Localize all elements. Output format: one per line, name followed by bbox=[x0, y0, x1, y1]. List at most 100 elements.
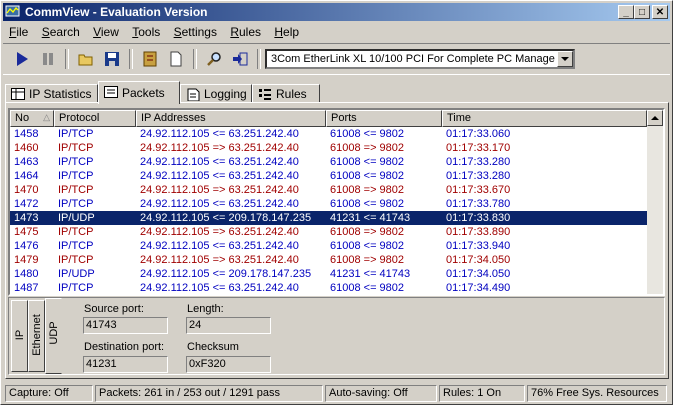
find-button[interactable] bbox=[203, 48, 225, 70]
tab-ip-statistics[interactable]: IP Statistics bbox=[5, 84, 98, 103]
cell-no: 1463 bbox=[14, 156, 39, 168]
table-row[interactable]: 1476 IP/TCP 24.92.112.105 <= 63.251.242.40… bbox=[10, 239, 647, 253]
checksum-label: Checksum bbox=[187, 341, 239, 353]
tab-rules-label: Rules bbox=[276, 87, 307, 101]
col-header-protocol[interactable]: Protocol bbox=[54, 110, 136, 127]
tab-logging[interactable]: Logging bbox=[180, 84, 252, 103]
cell-no: 1472 bbox=[14, 198, 39, 210]
start-capture-button[interactable] bbox=[11, 48, 33, 70]
close-button[interactable]: ✕ bbox=[652, 5, 668, 19]
menu-help[interactable]: Help bbox=[268, 22, 303, 39]
col-header-protocol-label: Protocol bbox=[59, 112, 100, 124]
open-folder-icon bbox=[78, 54, 93, 66]
minimize-button[interactable]: _ bbox=[618, 5, 634, 19]
menu-tools[interactable]: Tools bbox=[126, 22, 164, 39]
length-label: Length: bbox=[187, 303, 224, 315]
table-row-selected[interactable]: 1473 IP/UDP 24.92.112.105 <= 209.178.147.2… bbox=[10, 210, 648, 226]
tab-packets-label: Packets bbox=[122, 86, 165, 100]
maximize-button[interactable]: □ bbox=[634, 5, 650, 19]
cell-ports: 61008 <= 9802 bbox=[330, 198, 405, 210]
cell-protocol: IP/UDP bbox=[58, 212, 95, 224]
cell-protocol: IP/UDP bbox=[58, 268, 95, 280]
col-header-time[interactable]: Time bbox=[442, 110, 647, 127]
cell-ip-addresses: 24.92.112.105 => 63.251.242.40 bbox=[140, 184, 299, 196]
status-packets: Packets: 261 in / 253 out / 1291 pass bbox=[95, 385, 323, 402]
export-button[interactable] bbox=[229, 48, 251, 70]
cell-time: 01:17:34.490 bbox=[446, 282, 511, 294]
col-header-no[interactable]: No △ bbox=[10, 110, 54, 127]
export-icon bbox=[233, 52, 248, 66]
cell-ports: 41231 <= 41743 bbox=[330, 212, 411, 224]
packet-list-header: No △ Protocol IP Addresses Ports Time bbox=[10, 110, 647, 127]
table-row[interactable]: 1479 IP/TCP 24.92.112.105 => 63.251.242.40… bbox=[10, 253, 647, 267]
col-header-ip-addresses[interactable]: IP Addresses bbox=[136, 110, 326, 127]
col-header-no-label: No bbox=[15, 112, 30, 124]
table-row[interactable]: 1475 IP/TCP 24.92.112.105 => 63.251.242.40… bbox=[10, 225, 647, 239]
destination-port-label: Destination port: bbox=[84, 341, 165, 353]
menu-search[interactable]: Search bbox=[36, 22, 84, 39]
cell-protocol: IP/TCP bbox=[58, 156, 94, 168]
table-row[interactable]: 1460 IP/TCP 24.92.112.105 => 63.251.242.40… bbox=[10, 141, 647, 155]
col-header-ip-label: IP Addresses bbox=[141, 112, 206, 124]
scroll-up-button[interactable] bbox=[647, 110, 663, 126]
detail-tab-udp[interactable]: UDP bbox=[45, 298, 62, 374]
tab-packets[interactable]: Packets bbox=[98, 81, 180, 104]
stop-capture-button[interactable] bbox=[37, 48, 59, 70]
cell-protocol: IP/TCP bbox=[58, 240, 94, 252]
cell-ip-addresses: 24.92.112.105 <= 63.251.242.40 bbox=[140, 240, 299, 252]
packet-list[interactable]: No △ Protocol IP Addresses Ports Time 14… bbox=[8, 108, 665, 296]
cell-no: 1460 bbox=[14, 142, 39, 154]
adapter-select[interactable]: 3Com EtherLink XL 10/100 PCI For Complet… bbox=[265, 49, 575, 69]
vertical-scrollbar[interactable] bbox=[647, 110, 663, 294]
detail-tab-ip[interactable]: IP bbox=[11, 300, 28, 372]
tab-logging-label: Logging bbox=[204, 87, 247, 101]
tab-ip-statistics-label: IP Statistics bbox=[29, 87, 92, 101]
window-title: CommView - Evaluation Version bbox=[25, 5, 208, 19]
new-document-icon bbox=[170, 51, 182, 67]
table-row[interactable]: 1480 IP/UDP 24.92.112.105 <= 209.178.147.2… bbox=[10, 267, 647, 281]
tab-rules[interactable]: Rules bbox=[252, 84, 320, 103]
packet-rows: 1458 IP/TCP 24.92.112.105 <= 63.251.242.40… bbox=[10, 127, 648, 294]
reconstruct-button[interactable] bbox=[139, 48, 161, 70]
table-row[interactable]: 1458 IP/TCP 24.92.112.105 <= 63.251.242.40… bbox=[10, 127, 647, 141]
detail-tab-ip-label: IP bbox=[14, 329, 26, 341]
cell-ports: 61008 <= 9802 bbox=[330, 156, 405, 168]
table-row[interactable]: 1464 IP/TCP 24.92.112.105 <= 63.251.242.40… bbox=[10, 169, 647, 183]
cell-protocol: IP/TCP bbox=[58, 226, 94, 238]
save-button[interactable] bbox=[101, 48, 123, 70]
menu-file[interactable]: File bbox=[3, 22, 32, 39]
cell-ports: 61008 => 9802 bbox=[330, 142, 405, 154]
cell-protocol: IP/TCP bbox=[58, 184, 94, 196]
cell-time: 01:17:33.170 bbox=[446, 142, 511, 154]
menu-view[interactable]: View bbox=[87, 22, 123, 39]
table-row[interactable]: 1470 IP/TCP 24.92.112.105 => 63.251.242.40… bbox=[10, 183, 647, 197]
cell-time: 01:17:34.050 bbox=[446, 268, 511, 280]
status-autosave: Auto-saving: Off bbox=[325, 385, 437, 402]
cell-ports: 61008 => 9802 bbox=[330, 254, 405, 266]
detail-tab-ethernet[interactable]: Ethernet bbox=[28, 300, 45, 372]
menu-bar: File Search View Tools Settings Rules He… bbox=[3, 22, 670, 41]
table-row[interactable]: 1463 IP/TCP 24.92.112.105 <= 63.251.242.40… bbox=[10, 155, 647, 169]
col-header-time-label: Time bbox=[447, 112, 472, 124]
menu-settings[interactable]: Settings bbox=[168, 22, 221, 39]
app-window: CommView - Evaluation Version _ □ ✕ File… bbox=[0, 0, 673, 405]
new-document-button[interactable] bbox=[165, 48, 187, 70]
source-port-field: 41743 bbox=[83, 317, 168, 334]
col-header-ports-label: Ports bbox=[331, 112, 357, 124]
cell-no: 1458 bbox=[14, 128, 39, 140]
cell-no: 1476 bbox=[14, 240, 39, 252]
menu-rules[interactable]: Rules bbox=[224, 22, 265, 39]
packets-icon bbox=[104, 86, 118, 98]
table-row[interactable]: 1472 IP/TCP 24.92.112.105 <= 63.251.242.40… bbox=[10, 197, 647, 211]
adapter-dropdown-button[interactable] bbox=[557, 51, 573, 67]
cell-protocol: IP/TCP bbox=[58, 128, 94, 140]
cell-ports: 41231 <= 41743 bbox=[330, 268, 411, 280]
status-resources: 76% Free Sys. Resources bbox=[527, 385, 667, 402]
table-icon bbox=[11, 88, 25, 100]
table-row[interactable]: 1487 IP/TCP 24.92.112.105 <= 63.251.242.40… bbox=[10, 281, 647, 294]
col-header-ports[interactable]: Ports bbox=[326, 110, 442, 127]
cell-protocol: IP/TCP bbox=[58, 170, 94, 182]
cell-ports: 61008 <= 9802 bbox=[330, 240, 405, 252]
open-button[interactable] bbox=[75, 48, 97, 70]
cell-time: 01:17:34.050 bbox=[446, 254, 511, 266]
